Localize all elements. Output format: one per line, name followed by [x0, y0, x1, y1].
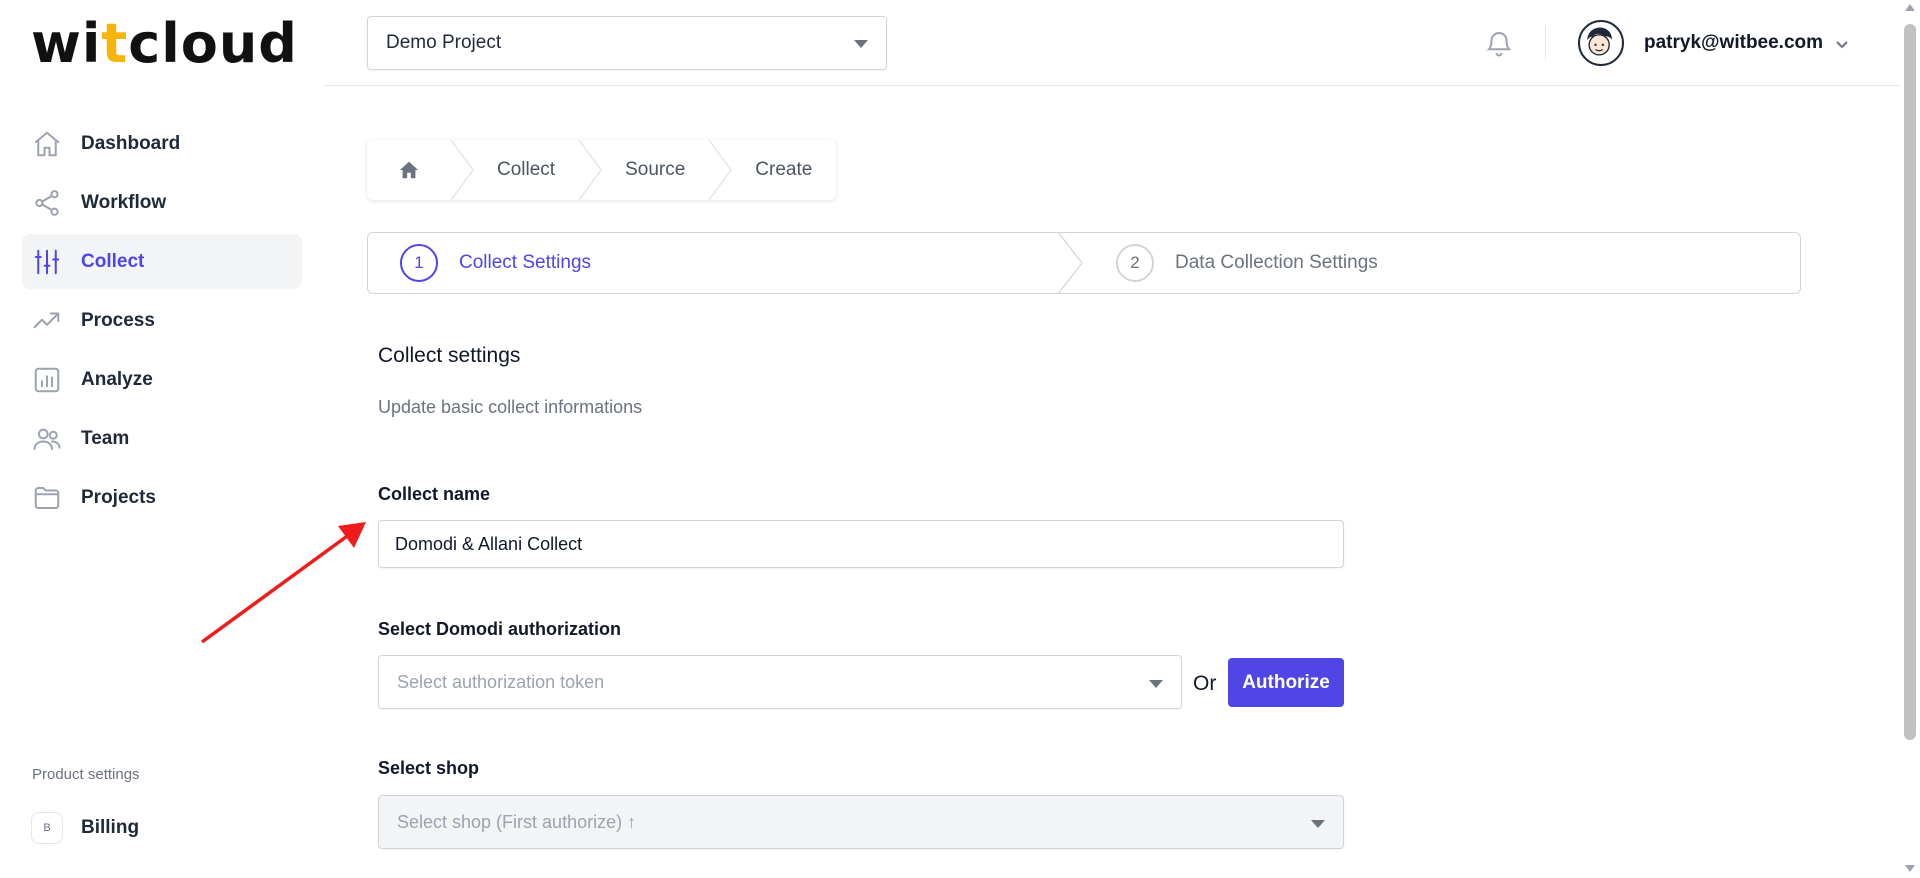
breadcrumb-item[interactable]: Source	[603, 140, 709, 200]
progress-steps: 1 Collect Settings 2 Data Collection Set…	[367, 232, 1801, 294]
trending-up-icon	[32, 306, 62, 336]
step-data-collection-settings[interactable]: 2 Data Collection Settings	[1116, 233, 1378, 293]
shop-label: Select shop	[378, 758, 480, 778]
breadcrumb-item[interactable]: Collect	[475, 140, 579, 200]
sidebar-item-process[interactable]: Process	[22, 293, 302, 348]
user-email[interactable]: patryk@witbee.com	[1644, 32, 1823, 54]
step-separator	[1058, 232, 1083, 294]
collect-name-label: Collect name	[378, 484, 491, 504]
vertical-scrollbar[interactable]	[1900, 0, 1920, 878]
top-header: Demo Project patryk@witbee.com	[324, 0, 1900, 86]
app-root: witcloud Dashboard Workflow Collect Proc…	[0, 0, 1920, 878]
bell-icon[interactable]	[1484, 28, 1514, 58]
scroll-up-arrow-icon[interactable]	[1905, 4, 1915, 11]
sidebar-item-label: Projects	[81, 486, 156, 508]
or-label: Or	[1193, 672, 1217, 695]
sidebar-item-projects[interactable]: Projects	[22, 470, 302, 525]
step-collect-settings[interactable]: 1 Collect Settings	[400, 233, 591, 293]
sidebar-item-label: Process	[81, 309, 155, 331]
step-number: 2	[1116, 244, 1154, 282]
sidebar-item-label: Dashboard	[81, 132, 181, 154]
sidebar-item-analyze[interactable]: Analyze	[22, 352, 302, 407]
sidebar-item-dashboard[interactable]: Dashboard	[22, 116, 302, 171]
project-select[interactable]: Demo Project	[367, 16, 887, 70]
sidebar: witcloud Dashboard Workflow Collect Proc…	[0, 0, 324, 878]
scroll-down-arrow-icon[interactable]	[1905, 865, 1915, 872]
caret-down-icon	[1149, 680, 1163, 688]
form-title: Collect settings	[378, 344, 521, 367]
breadcrumb-separator	[578, 139, 603, 201]
logo-text: witcloud	[31, 12, 298, 75]
breadcrumb-item[interactable]: Create	[733, 140, 836, 200]
sidebar-item-label: Billing	[81, 817, 140, 838]
caret-down-icon	[854, 40, 868, 48]
sidebar-item-label: Workflow	[81, 191, 167, 213]
authorization-token-select[interactable]: Select authorization token	[378, 655, 1182, 709]
product-settings-heading: Product settings	[32, 766, 140, 783]
sliders-icon	[32, 247, 62, 277]
scrollbar-thumb[interactable]	[1904, 24, 1916, 740]
avatar[interactable]	[1578, 20, 1624, 66]
home-icon	[32, 129, 62, 159]
sidebar-item-team[interactable]: Team	[22, 411, 302, 466]
breadcrumb: Collect Source Create	[367, 139, 837, 201]
caret-down-icon	[1311, 820, 1325, 828]
sidebar-item-label: Team	[81, 427, 130, 449]
authorize-button[interactable]: Authorize	[1228, 658, 1344, 707]
step-label: Data Collection Settings	[1175, 252, 1378, 273]
bar-chart-icon	[32, 365, 62, 395]
shop-select[interactable]: Select shop (First authorize) ↑	[378, 795, 1344, 849]
share-icon	[32, 188, 62, 218]
billing-badge: B	[31, 812, 63, 844]
sidebar-item-label: Collect	[81, 250, 145, 272]
step-number: 1	[400, 244, 438, 282]
step-label: Collect Settings	[459, 252, 592, 273]
breadcrumb-home[interactable]	[367, 140, 451, 200]
authorization-label: Select Domodi authorization	[378, 619, 622, 639]
folder-icon	[32, 483, 62, 513]
project-select-value: Demo Project	[386, 32, 502, 53]
form-description: Update basic collect informations	[378, 397, 643, 417]
breadcrumb-separator	[450, 139, 475, 201]
chevron-down-icon[interactable]	[1834, 36, 1850, 52]
authorization-select-placeholder: Select authorization token	[397, 671, 605, 692]
sidebar-item-label: Analyze	[81, 368, 153, 390]
sidebar-nav: Dashboard Workflow Collect Process Analy…	[22, 116, 302, 529]
witcloud-logo[interactable]: witcloud	[31, 16, 298, 72]
home-icon	[399, 161, 419, 179]
users-icon	[32, 424, 62, 454]
sidebar-item-billing[interactable]: B Billing	[31, 812, 139, 844]
breadcrumb-separator	[708, 139, 733, 201]
header-divider	[1545, 26, 1546, 60]
collect-name-input[interactable]	[378, 520, 1344, 568]
shop-select-placeholder: Select shop (First authorize) ↑	[397, 811, 637, 832]
sidebar-item-workflow[interactable]: Workflow	[22, 175, 302, 230]
sidebar-item-collect[interactable]: Collect	[22, 234, 302, 289]
